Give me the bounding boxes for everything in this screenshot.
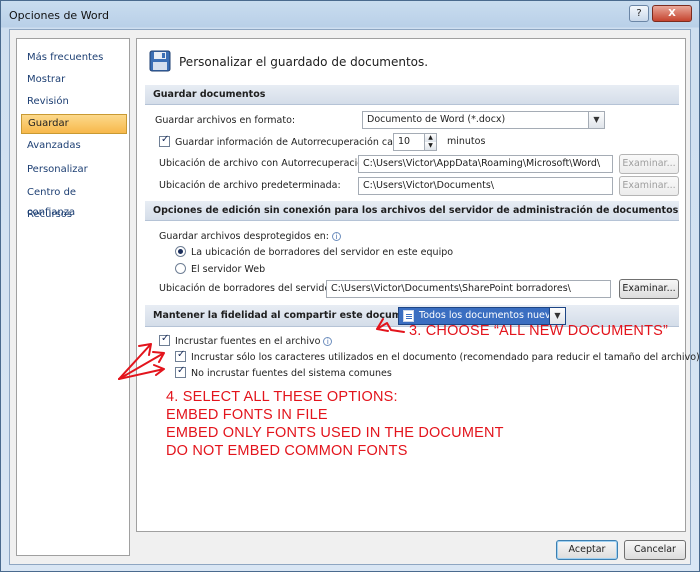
save-format-select[interactable]: Documento de Word (*.docx) ▼ <box>362 111 605 129</box>
embed-fonts-checkbox[interactable] <box>159 333 170 346</box>
fidelity-title: Mantener la fidelidad al compartir este … <box>153 310 430 321</box>
dialog-client-area: Más frecuentes Mostrar Revisión Guardar … <box>9 29 700 565</box>
default-location-field[interactable]: C:\Users\Victor\Documents\ <box>358 177 613 195</box>
save-format-value: Documento de Word (*.docx) <box>367 114 506 125</box>
autorecover-browse-button[interactable]: Examinar... <box>619 154 679 174</box>
autorecover-row: Guardar información de Autorrecuperación… <box>159 134 405 148</box>
chevron-down-icon[interactable]: ▼ <box>549 308 565 324</box>
no-common-fonts-label: No incrustar fuentes del sistema comunes <box>191 368 392 379</box>
default-location-label: Ubicación de archivo predeterminada: <box>159 180 341 191</box>
autorecover-minutes-value: 10 <box>398 136 411 147</box>
floppy-disk-icon <box>149 50 171 75</box>
window-title: Opciones de Word <box>9 9 109 22</box>
info-icon: i <box>323 337 333 346</box>
document-icon <box>403 310 414 322</box>
annotation-step3: 3. CHOOSE “ALL NEW DOCUMENTS” <box>409 323 669 339</box>
fidelity-document-value: Todos los documentos nuevos <box>419 310 562 321</box>
embed-fonts-row: Incrustar fuentes en el archivoi <box>159 333 333 347</box>
autorecover-location-label: Ubicación de archivo con Autorrecuperaci… <box>159 158 373 169</box>
sidebar-item-avanzadas[interactable]: Avanzadas <box>21 136 127 156</box>
web-server-radio[interactable] <box>175 263 186 274</box>
default-location-browse-button[interactable]: Examinar... <box>619 176 679 196</box>
spin-down-icon[interactable]: ▼ <box>424 142 436 150</box>
cancel-button[interactable]: Cancelar <box>624 540 686 560</box>
word-options-window: Opciones de Word ? X Más frecuentes Most… <box>0 0 700 572</box>
format-label: Guardar archivos en formato: <box>155 115 296 126</box>
checked-out-label: Guardar archivos desprotegidos en: <box>159 231 330 242</box>
server-drafts-radio[interactable] <box>175 246 186 257</box>
panel-heading: Personalizar el guardado de documentos. <box>179 55 429 69</box>
annotation-step4-line1: 4. SELECT ALL THESE OPTIONS: <box>166 389 398 405</box>
close-button[interactable]: X <box>652 5 692 22</box>
annotation-step4-line2: EMBED FONTS IN FILE <box>166 407 328 423</box>
title-bar[interactable]: Opciones de Word ? X <box>1 1 699 29</box>
ok-button[interactable]: Aceptar <box>556 540 618 560</box>
section-guardar-documentos: Guardar documentos <box>145 85 679 105</box>
drafts-location-field[interactable]: C:\Users\Victor\Documents\SharePoint bor… <box>326 280 611 298</box>
help-button[interactable]: ? <box>629 5 649 22</box>
option-server-drafts-row: La ubicación de borradores del servidor … <box>175 246 453 258</box>
annotation-step4-line3: EMBED ONLY FONTS USED IN THE DOCUMENT <box>166 425 504 441</box>
drafts-browse-button[interactable]: Examinar... <box>619 279 679 299</box>
sidebar-item-recursos[interactable]: Recursos <box>21 205 127 225</box>
sidebar-item-centro-de-confianza[interactable]: Centro de confianza <box>21 183 127 218</box>
autorecover-checkbox[interactable] <box>159 134 170 147</box>
web-server-label: El servidor Web <box>191 264 266 275</box>
sidebar: Más frecuentes Mostrar Revisión Guardar … <box>16 38 130 556</box>
sidebar-item-mostrar[interactable]: Mostrar <box>21 70 127 90</box>
server-drafts-label: La ubicación de borradores del servidor … <box>191 247 454 258</box>
no-common-fonts-row: No incrustar fuentes del sistema comunes <box>175 365 392 379</box>
embed-used-chars-label: Incrustar sólo los caracteres utilizados… <box>191 352 700 363</box>
embed-used-chars-checkbox[interactable] <box>175 349 186 362</box>
option-web-server-row: El servidor Web <box>175 263 265 275</box>
section-offline-editing: Opciones de edición sin conexión para lo… <box>145 201 679 221</box>
info-icon: i <box>332 232 342 241</box>
sidebar-item-personalizar[interactable]: Personalizar <box>21 160 127 180</box>
autorecover-location-field[interactable]: C:\Users\Victor\AppData\Roaming\Microsof… <box>358 155 613 173</box>
embed-fonts-label: Incrustar fuentes en el archivo <box>175 336 321 347</box>
panel-header: Personalizar el guardado de documentos. <box>149 47 428 77</box>
embed-used-chars-row: Incrustar sólo los caracteres utilizados… <box>175 349 700 363</box>
no-common-fonts-checkbox[interactable] <box>175 365 186 378</box>
autorecover-minutes-spinner[interactable]: 10 ▲ ▼ <box>393 133 437 151</box>
annotation-step4-line4: DO NOT EMBED COMMON FONTS <box>166 443 408 459</box>
drafts-location-label: Ubicación de borradores del servidor: <box>159 283 338 294</box>
minutes-label: minutos <box>447 136 486 147</box>
sidebar-item-guardar[interactable]: Guardar <box>21 114 127 134</box>
autorecover-label: Guardar información de Autorrecuperación… <box>175 137 405 148</box>
sidebar-item-mas-frecuentes[interactable]: Más frecuentes <box>21 48 127 68</box>
chevron-down-icon[interactable]: ▼ <box>588 112 604 128</box>
checked-out-row: Guardar archivos desprotegidos en: i <box>159 231 342 242</box>
sidebar-item-revision[interactable]: Revisión <box>21 92 127 112</box>
spin-up-icon[interactable]: ▲ <box>424 134 436 142</box>
